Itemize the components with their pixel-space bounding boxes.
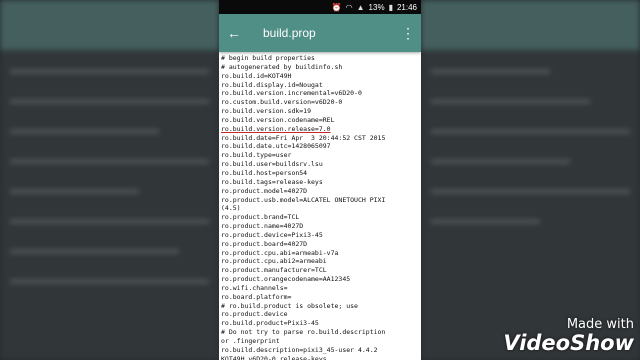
file-line: ro.build.id=KOT49H	[221, 71, 292, 80]
file-line: ro.product.manufacturer=TCL	[221, 266, 327, 275]
clock: 21:46	[396, 2, 417, 12]
file-line: ro.build.date.utc=1428065097	[221, 142, 331, 151]
file-line: ro.build.tags=release-keys	[221, 177, 323, 186]
wifi-icon: ◠	[345, 2, 353, 12]
file-line: ro.build.version.sdk=19	[221, 107, 312, 116]
file-line: (4.5)	[221, 204, 241, 213]
file-title: build.prop	[263, 26, 316, 40]
arrow-left-icon[interactable]: ←	[227, 25, 255, 41]
file-line: ro.build.version.release=7.0	[221, 124, 331, 133]
file-line: ro.wifi.channels=	[221, 283, 288, 292]
file-line: ro.build.product=Pixi3-45	[221, 319, 319, 328]
more-vert-icon[interactable]: ⋮	[401, 25, 415, 42]
file-line: ro.product.orangecodename=AA12345	[221, 275, 351, 284]
file-line: # Do not try to parse ro.build.descripti…	[221, 328, 386, 337]
battery-icon: ▮	[388, 2, 393, 12]
file-line: or .fingerprint	[221, 337, 280, 345]
file-line: ro.product.cpu.abi=armeabi-v7a	[221, 248, 339, 257]
file-line: ro.build.user=buildsrv.lsu	[221, 160, 323, 169]
file-line: ro.build.version.incremental=v6D20-0	[221, 89, 362, 98]
watermark-line1: Made with	[566, 317, 634, 332]
file-content[interactable]: # begin build properties # autogenerated …	[219, 52, 421, 360]
alarm-icon: ⏰	[331, 2, 342, 12]
file-line: # begin build properties	[221, 54, 315, 62]
file-line: ro.build.description=pixi3_45-user 4.4.2	[221, 345, 378, 354]
file-line: # autogenerated by buildinfo.sh	[221, 62, 343, 71]
app-toolbar: ← build.prop ⋮	[219, 14, 421, 52]
file-line: # ro.build.product is obsolete; use	[221, 301, 358, 310]
file-line: ro.custom.build.version=v6D20-0	[221, 98, 343, 107]
phone-screen: ⏰ ◠ ▲ 13% ▮ 21:46 ← build.prop ⋮ # begin…	[219, 0, 421, 360]
file-line: ro.build.type=user	[221, 151, 292, 160]
battery-level: 13%	[368, 2, 385, 12]
file-line: ro.build.date=Fri Apr 3 20:44:52 CST 201…	[221, 133, 386, 142]
file-line: ro.product.cpu.abi2=armeabi	[221, 257, 327, 266]
blurred-background-right	[421, 0, 640, 360]
blurred-background-left	[0, 0, 219, 360]
file-line: ro.product.model=4027D	[221, 186, 308, 195]
videoshow-watermark: Made with VideoShow	[503, 317, 634, 354]
file-line: KOT49H v6D20-0 release-keys	[221, 354, 327, 360]
file-line: ro.product.brand=TCL	[221, 213, 300, 222]
file-line: ro.product.device=Pixi3-45	[221, 230, 323, 239]
file-line: ro.product.device	[221, 310, 288, 319]
file-line: ro.build.host=person54	[221, 168, 308, 177]
file-line: ro.product.usb.model=ALCATEL ONETOUCH PI…	[221, 195, 386, 204]
watermark-line2: VideoShow	[503, 331, 634, 355]
file-line: ro.build.version.codename=REL	[221, 115, 335, 124]
file-line: ro.product.board=4027D	[221, 239, 308, 248]
signal-icon: ▲	[356, 2, 365, 12]
file-line: ro.build.display.id=Nougat	[221, 80, 323, 89]
file-line: ro.board.platform=	[221, 292, 292, 301]
file-line: ro.product.name=4027D	[221, 222, 304, 231]
status-bar: ⏰ ◠ ▲ 13% ▮ 21:46	[219, 0, 421, 14]
